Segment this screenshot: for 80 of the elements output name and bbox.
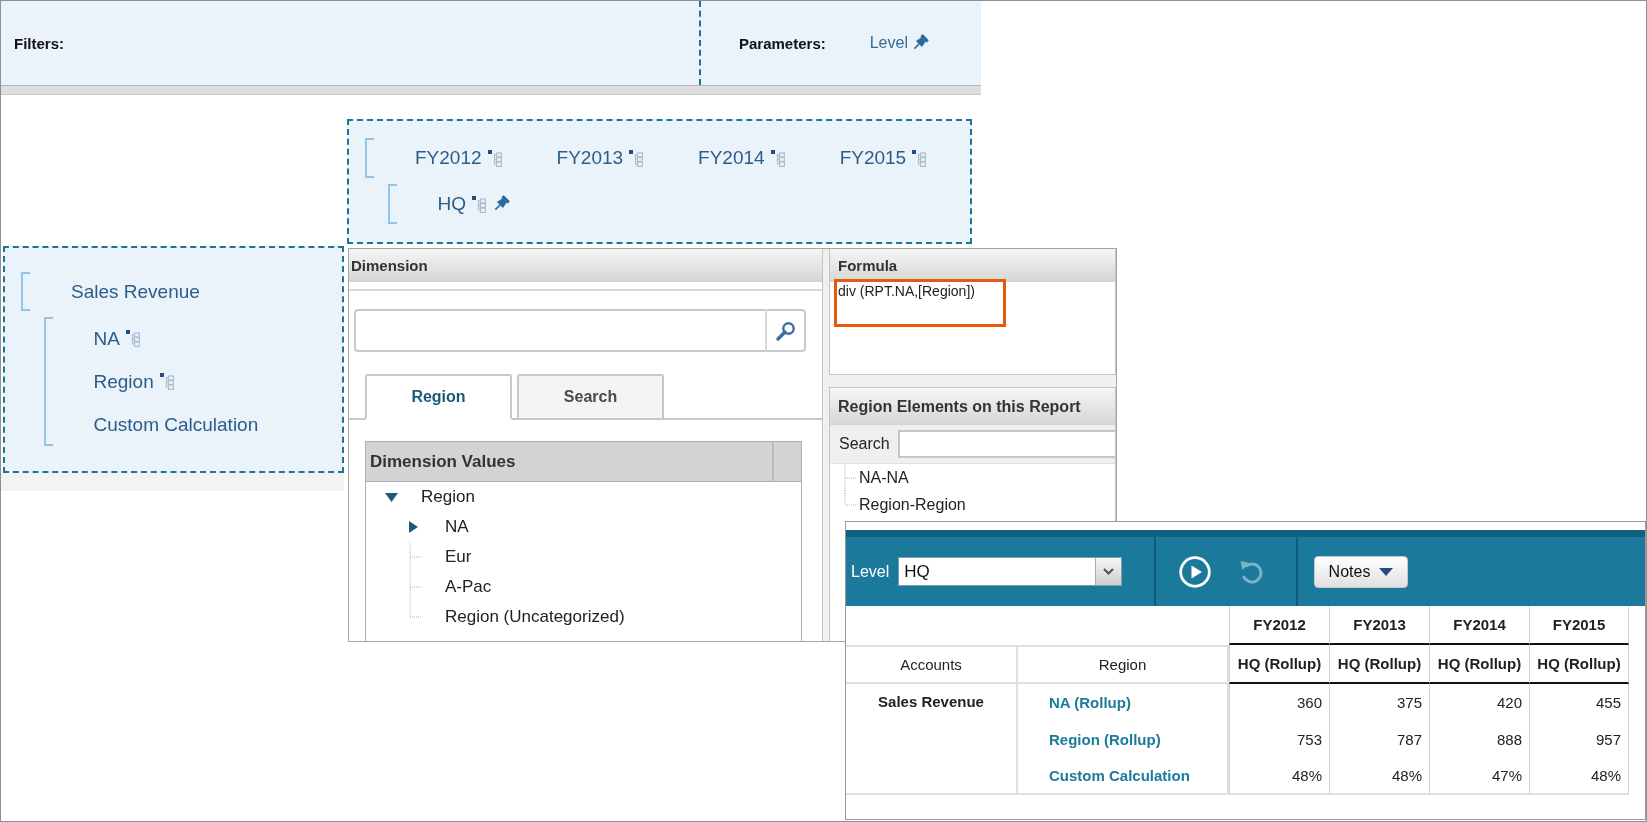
hierarchy-icon[interactable] [629,149,644,167]
column-header: FY2013 [1329,606,1429,645]
table-cell: 957 [1529,721,1629,758]
column-header: FY2014 [1429,606,1529,645]
triangle-right-icon[interactable] [409,521,418,533]
bracket-icon [43,317,53,446]
caret-down-icon [1379,567,1394,576]
notes-button[interactable]: Notes [1314,555,1408,588]
column-header: FY2012 [1229,606,1329,645]
table-cell: 753 [1229,721,1329,758]
table-cell: 48% [1329,758,1429,795]
tree-item[interactable]: A-Pac [445,577,492,597]
tree-connector-icon [409,542,422,572]
triangle-down-icon[interactable] [385,492,398,502]
tree-item[interactable]: NA [445,517,469,537]
hierarchy-icon[interactable] [487,149,502,167]
dimension-label[interactable]: Sales Revenue [71,280,200,303]
table-cell: 48% [1229,758,1329,795]
dimension-label[interactable]: FY2015 [839,147,907,169]
hierarchy-icon[interactable] [912,149,927,167]
table-cell: 455 [1529,684,1629,721]
table-cell: 888 [1429,721,1529,758]
search-label: Search [839,435,890,453]
table-cell: 360 [1229,684,1329,721]
column-header: Region [1018,645,1229,684]
dimension-label[interactable]: FY2013 [556,147,624,169]
formula-text[interactable]: div (RPT.NA,[Region]) [834,279,1006,327]
filters-label: Filters: [14,34,64,52]
panel-header: Dimension [349,249,822,282]
hierarchy-icon[interactable] [125,330,140,347]
hierarchy-icon[interactable] [770,149,785,167]
table-cell: 48% [1529,758,1629,795]
tree-item[interactable]: Eur [445,547,472,567]
dimension-label[interactable]: NA [93,327,120,350]
panel-header: Region Elements on this Report [830,388,1115,425]
dimension-label[interactable]: HQ [437,193,466,215]
dimension-label[interactable]: Region [93,370,154,393]
parameter-label[interactable]: Level [869,34,908,52]
level-label: Level [851,562,890,581]
hierarchy-icon[interactable] [472,195,486,213]
hierarchy-icon[interactable] [159,373,174,390]
header-filler [774,442,801,481]
table-cell: 420 [1429,684,1529,721]
run-button[interactable] [1179,555,1211,588]
table-cell: 47% [1429,758,1529,795]
list-item[interactable]: Region-Region [859,495,966,514]
bracket-icon [365,138,374,178]
play-icon [1179,555,1211,588]
level-dropdown[interactable]: HQ [898,557,1123,586]
row-header-link[interactable]: Region (Rollup) [1049,731,1161,748]
search-field[interactable] [354,309,765,352]
table-cell: 375 [1329,684,1429,721]
column-header: Accounts [846,645,1018,684]
search-button[interactable] [765,309,806,352]
search-icon [775,320,796,341]
tree-item[interactable]: Region [421,487,475,507]
bracket-icon [21,272,30,311]
row-header: Sales Revenue [846,684,1018,795]
row-header-link[interactable]: NA (Rollup) [1049,694,1131,711]
column-header: Dimension Values [366,442,774,481]
column-header: HQ (Rollup) [1529,645,1629,684]
dimension-label[interactable]: FY2014 [698,147,765,169]
tree-item[interactable]: Region (Uncategorized) [445,607,625,627]
parameters-label: Parameters: [739,34,826,52]
bracket-icon [387,184,397,224]
dimension-label[interactable]: FY2012 [415,147,482,169]
caret-down-icon [1103,568,1115,575]
panel-header: Formula [830,249,1115,282]
pin-icon[interactable] [492,195,510,213]
tab[interactable]: Region [365,374,512,420]
search-field[interactable] [897,430,1115,458]
table-cell: 787 [1329,721,1429,758]
column-header: HQ (Rollup) [1329,645,1429,684]
column-header: FY2015 [1529,606,1629,645]
column-header: HQ (Rollup) [1429,645,1529,684]
row-header-link[interactable]: Custom Calculation [1049,767,1190,784]
column-header: HQ (Rollup) [1229,645,1329,684]
tab[interactable]: Search [517,374,664,420]
list-item[interactable]: NA-NA [859,468,909,487]
dimension-label[interactable]: Custom Calculation [93,413,259,436]
